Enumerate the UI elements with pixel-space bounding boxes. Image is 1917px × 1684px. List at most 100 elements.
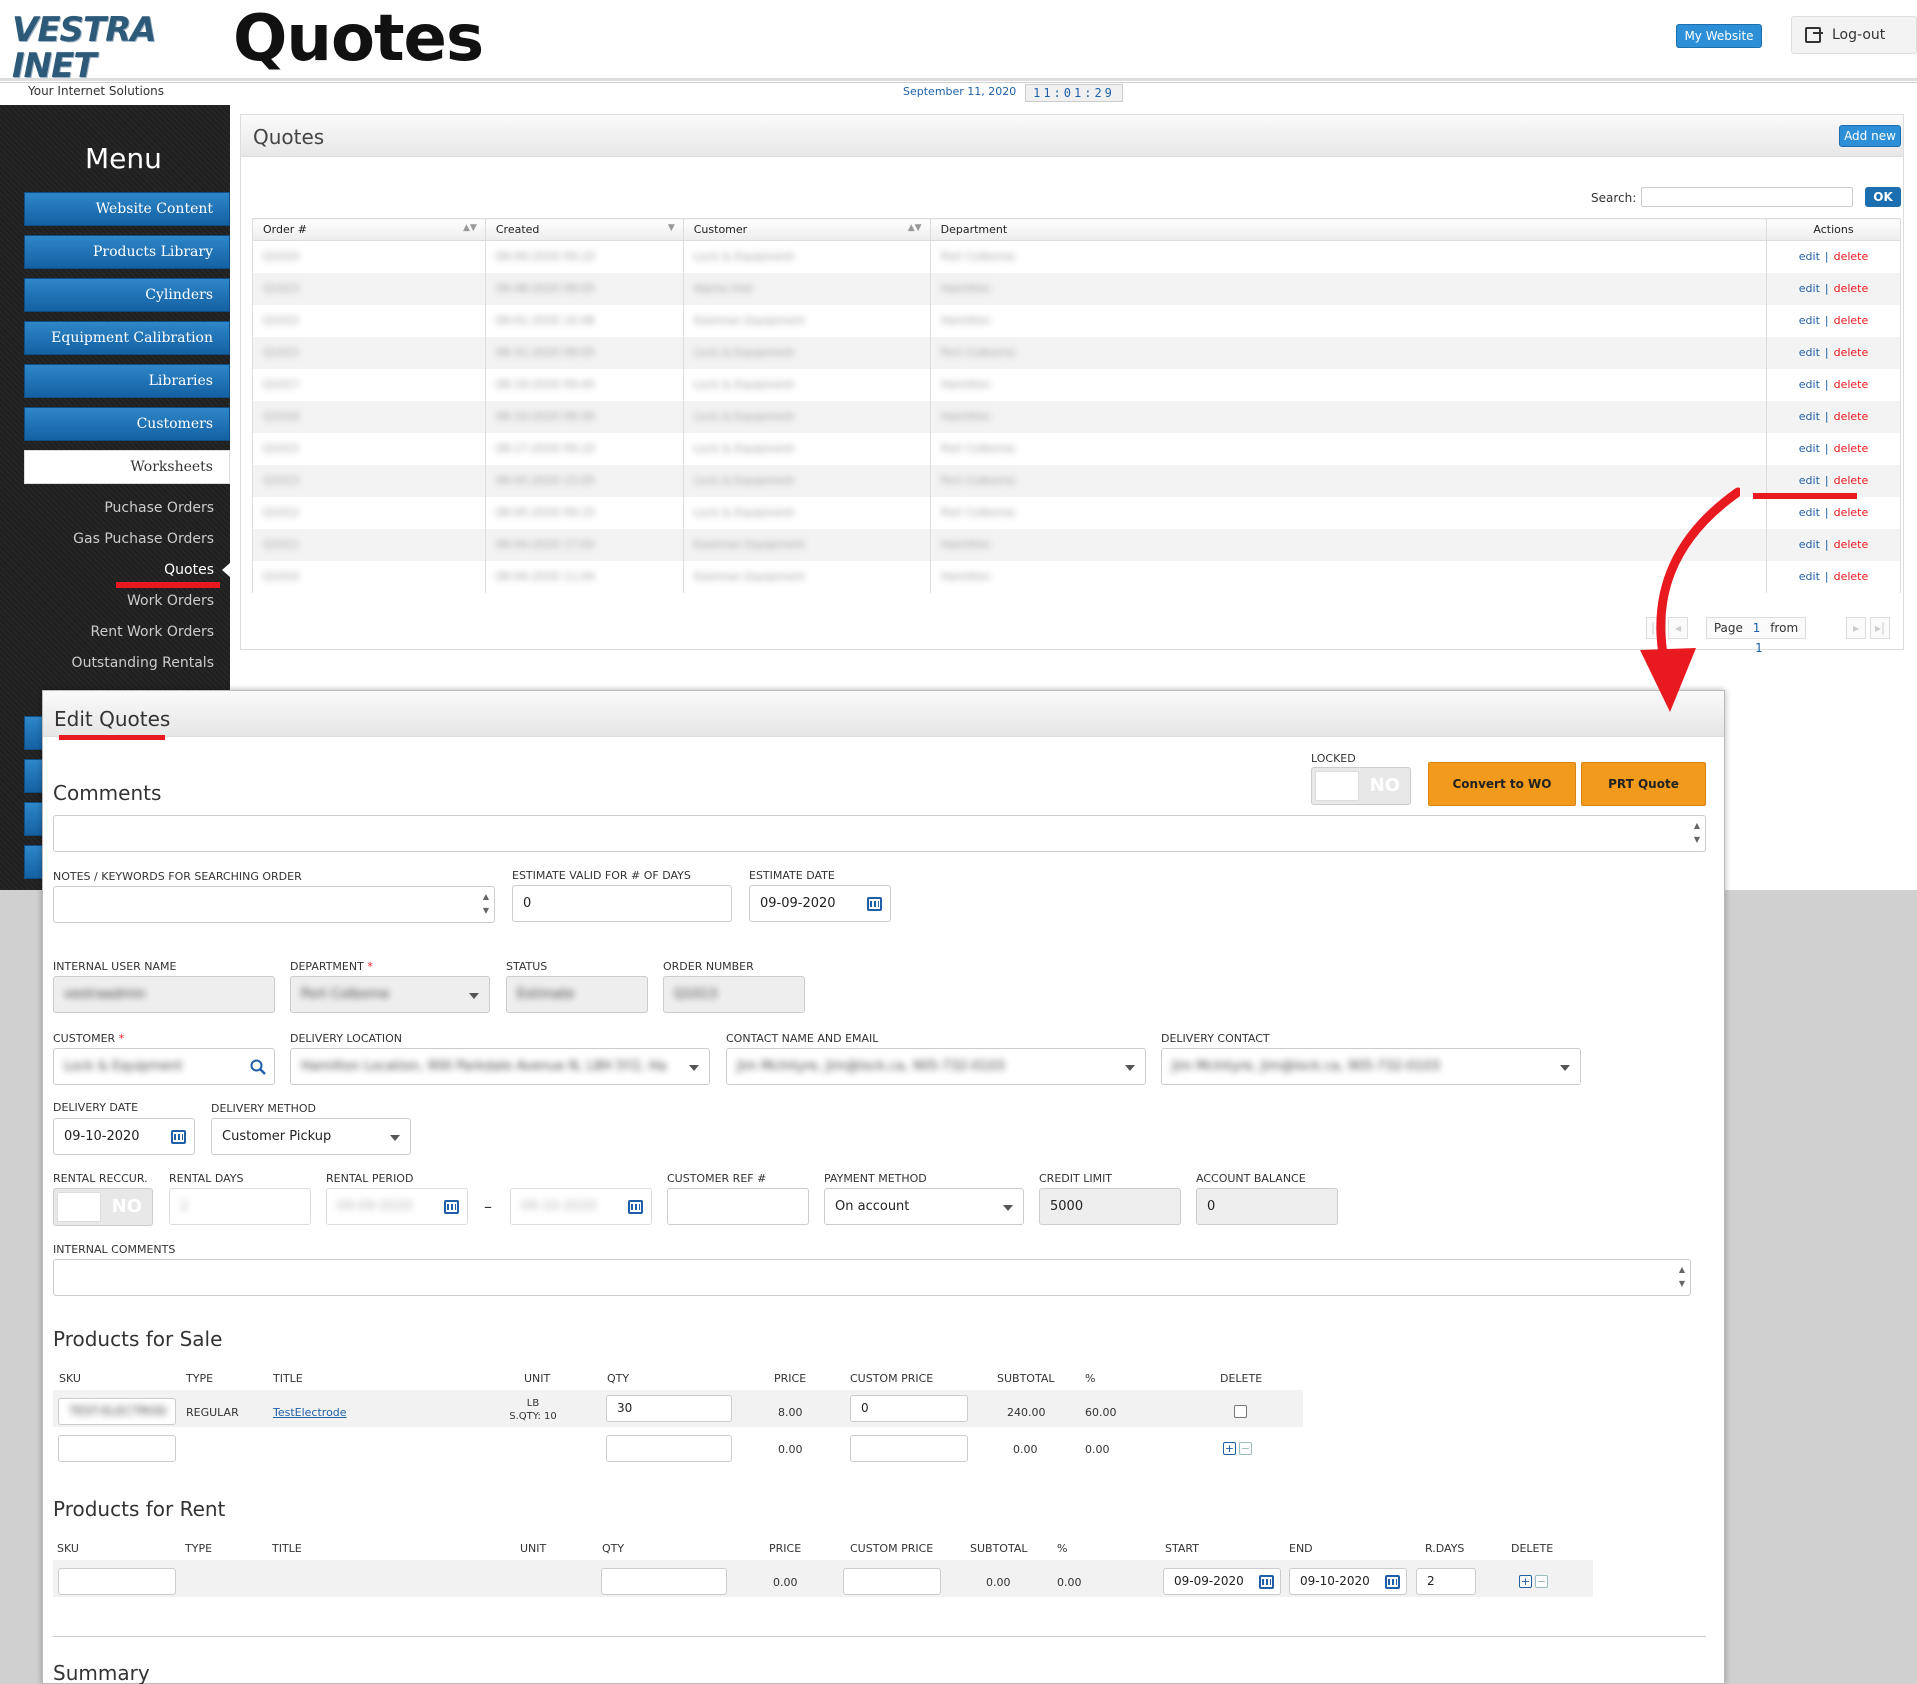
sidebar-item-equipment-calibration[interactable]: Equipment Calibration [24,321,230,355]
edit-link[interactable]: edit [1799,250,1820,263]
sale-sku-input[interactable]: TEST-ELECTROD [58,1398,176,1425]
table-row[interactable]: Q1016 08-19-2020 09:30 Lock & Equipment Ham… [252,400,1901,433]
sidebar-item-website-content[interactable]: Website Content [24,192,230,226]
customer-ref-input[interactable] [667,1188,809,1225]
cell-department-value: Hamilton [940,538,991,551]
add-new-button[interactable]: Add new [1839,125,1901,147]
delete-link[interactable]: delete [1834,314,1869,327]
delivery-contact-select[interactable]: Jim McIntyre, Jim@lock.ca, 905-732-0103 [1161,1048,1581,1085]
edit-link[interactable]: edit [1799,282,1820,295]
search-ok-button[interactable]: OK [1865,187,1901,207]
calendar-icon[interactable] [1385,1575,1400,1589]
scroll-arrows[interactable]: ▲ ▼ [1692,819,1702,847]
edit-link[interactable]: edit [1799,410,1820,423]
minus-icon[interactable]: − [1239,1442,1252,1455]
column-header-customer[interactable]: Customer ▲▼ [682,218,931,241]
convert-to-wo-button[interactable]: Convert to WO [1428,762,1576,806]
column-header-order[interactable]: Order # ▲▼ [252,218,486,241]
my-website-button[interactable]: My Website [1676,24,1762,48]
delete-link[interactable]: delete [1834,346,1869,359]
plus-icon[interactable]: + [1519,1575,1532,1588]
delete-link[interactable]: delete [1834,570,1869,583]
table-row[interactable]: Q1017 08-19-2020 09:45 Lock & Equipment Ham… [252,368,1901,401]
edit-link[interactable]: edit [1799,506,1820,519]
vestra-inet-logo[interactable]: VESTRA INET Your Internet Solutions [12,12,202,98]
pager-next-icon[interactable]: ▸ [1846,617,1866,639]
estimate-date-input[interactable]: 09-09-2020 [749,885,891,922]
notes-textarea[interactable]: ▲ ▼ [53,886,495,923]
delete-link[interactable]: delete [1834,250,1869,263]
delivery-method-select[interactable]: Customer Pickup [211,1118,411,1155]
sale-custom-price-input[interactable]: 0 [850,1395,968,1422]
sidebar-subitem-puchase-orders[interactable]: Puchase Orders [14,500,214,516]
contact-select[interactable]: Jim McIntyre, Jim@lock.ca, 905-732-0103 [726,1048,1146,1085]
sidebar-subitem-outstanding-rentals[interactable]: Outstanding Rentals [14,655,214,671]
sidebar-subitem-rent-work-orders[interactable]: Rent Work Orders [14,624,214,640]
locked-toggle[interactable]: NO [1311,767,1411,805]
edit-link[interactable]: edit [1799,474,1820,487]
search-input[interactable] [1641,187,1853,207]
scroll-arrows[interactable]: ▲ ▼ [481,890,491,918]
department-select[interactable]: Port Colborne [290,976,490,1013]
payment-method-select[interactable]: On account [824,1188,1024,1225]
table-row[interactable]: Q1023 09-08-2020 09:05 Alpine Inet Hamilton… [252,272,1901,305]
delete-link[interactable]: delete [1834,506,1869,519]
delivery-location-select[interactable]: Hamilton Location, 900 Parkdale Avenue N… [290,1048,710,1085]
calendar-icon[interactable] [1259,1575,1274,1589]
sidebar-item-worksheets[interactable]: Worksheets [24,450,230,484]
delivery-date-input[interactable]: 09-10-2020 [53,1118,195,1155]
edit-link[interactable]: edit [1799,442,1820,455]
edit-link[interactable]: edit [1799,570,1820,583]
rent-qty-input[interactable] [601,1568,727,1595]
delete-link[interactable]: delete [1834,538,1869,551]
column-header-created[interactable]: Created ▼ [484,218,684,241]
edit-link[interactable]: edit [1799,538,1820,551]
delete-link[interactable]: delete [1834,410,1869,423]
edit-link[interactable]: edit [1799,378,1820,391]
estimate-valid-input[interactable]: 0 [512,885,732,922]
rent-custom-price-input[interactable] [843,1568,941,1595]
calendar-icon[interactable] [171,1130,186,1144]
minus-icon[interactable]: − [1535,1575,1548,1588]
rental-reccur-toggle[interactable]: NO [53,1188,153,1226]
prt-quote-button[interactable]: PRT Quote [1581,762,1706,806]
logout-button[interactable]: Log-out [1791,16,1917,54]
sale-qty-input[interactable]: 30 [606,1395,732,1422]
internal-comments-textarea[interactable]: ▲ ▼ [53,1259,1691,1296]
edit-link[interactable]: edit [1799,314,1820,327]
delete-link[interactable]: delete [1834,282,1869,295]
rent-sku-input[interactable] [58,1568,176,1595]
sale-title-link[interactable]: TestElectrode [273,1406,347,1419]
sidebar-item-cylinders[interactable]: Cylinders [24,278,230,312]
table-row[interactable]: Q1022 09-01-2020 10:48 Eastman Equipment Ha… [252,304,1901,337]
sidebar-subitem-work-orders[interactable]: Work Orders [14,593,214,609]
cell-customer: Lock & Equipment [682,400,931,433]
internal-comments-label: INTERNAL COMMENTS [53,1243,176,1256]
table-row[interactable]: Q1015 08-17-2020 09:10 Lock & Equipment Por… [252,432,1901,465]
sale-delete-checkbox[interactable] [1234,1405,1247,1418]
delete-link[interactable]: delete [1834,474,1869,487]
table-row[interactable]: Q1024 09-09-2020 09:10 Lock & Equipment Por… [252,240,1901,273]
calendar-icon[interactable] [867,897,882,911]
sidebar-item-products-library[interactable]: Products Library [24,235,230,269]
sale-new-custom-price-input[interactable] [850,1435,968,1462]
sale-new-qty-input[interactable] [606,1435,732,1462]
scroll-arrows[interactable]: ▲ ▼ [1677,1263,1687,1291]
table-row[interactable]: Q1021 08-31-2020 09:05 Lock & Equipment Por… [252,336,1901,369]
plus-icon[interactable]: + [1223,1442,1236,1455]
sidebar-subitem-quotes[interactable]: Quotes [14,562,214,578]
sale-new-sku-input[interactable] [58,1435,176,1462]
rent-start-input[interactable]: 09-09-2020 [1163,1568,1281,1595]
comments-textarea[interactable]: ▲ ▼ [53,815,1706,852]
delete-link[interactable]: delete [1834,378,1869,391]
pager-last-icon[interactable]: ▸| [1870,617,1890,639]
rent-rdays-input[interactable]: 2 [1416,1568,1476,1595]
sidebar-item-libraries[interactable]: Libraries [24,364,230,398]
sidebar-subitem-gas-puchase-orders[interactable]: Gas Puchase Orders [14,531,214,547]
delete-link[interactable]: delete [1834,442,1869,455]
edit-link[interactable]: edit [1799,346,1820,359]
sidebar-item-customers[interactable]: Customers [24,407,230,441]
customer-input[interactable]: Lock & Equipment [53,1048,275,1085]
rent-end-input[interactable]: 09-10-2020 [1289,1568,1407,1595]
search-icon[interactable] [250,1059,266,1075]
